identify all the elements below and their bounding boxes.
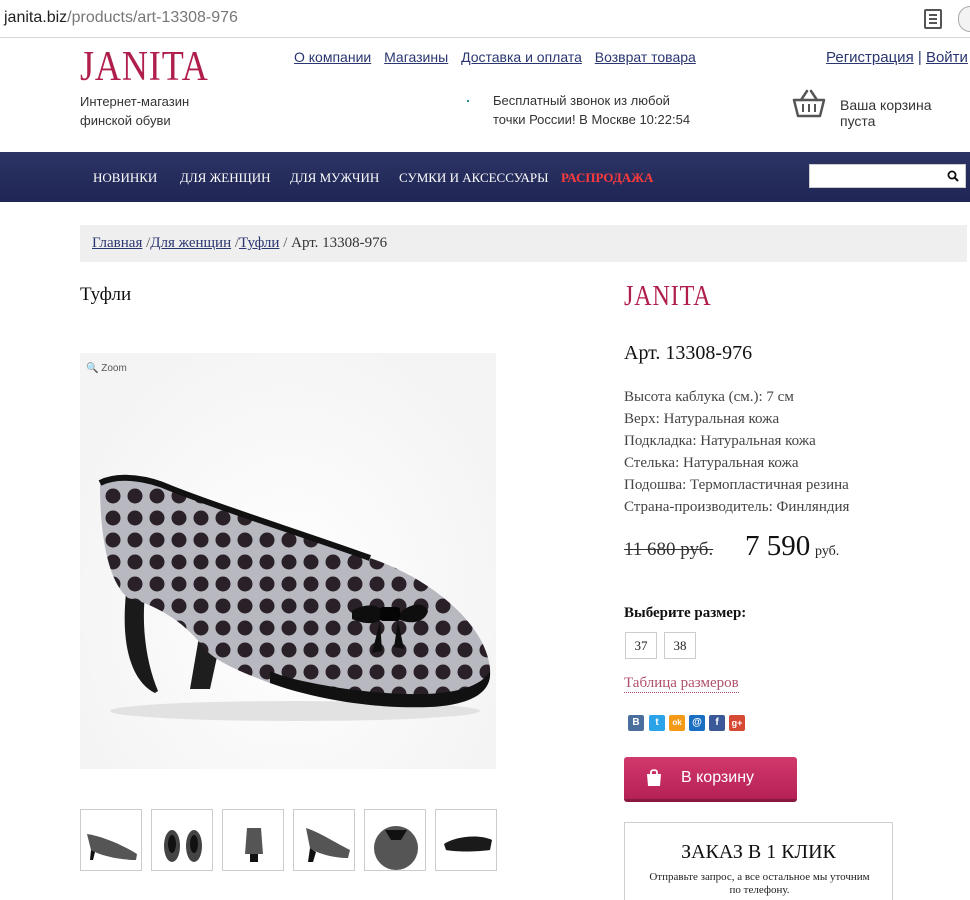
link-delivery[interactable]: Доставка и оплата [461, 49, 582, 65]
size-label: Выберите размер: [624, 605, 747, 621]
breadcrumb-shoes[interactable]: Туфли [239, 235, 279, 251]
main-navigation: НОВИНКИ ДЛЯ ЖЕНЩИН ДЛЯ МУЖЧИН СУМКИ И АК… [0, 152, 970, 202]
twitter-icon[interactable]: t [649, 715, 665, 731]
add-to-cart-label: В корзину [681, 769, 755, 786]
thumbnail-2[interactable] [151, 809, 213, 871]
add-to-cart-button[interactable]: В корзину [624, 757, 797, 802]
nav-bags[interactable]: СУМКИ И АКСЕССУАРЫ [399, 170, 548, 186]
breadcrumb: Главная /Для женщин /Туфли / Арт. 13308-… [80, 225, 967, 262]
size-option-37[interactable]: 37 [625, 632, 657, 659]
auth-links: Регистрация | Войти [826, 49, 968, 66]
product-article: Арт. 13308-976 [624, 342, 753, 364]
thumbnail-1[interactable] [80, 809, 142, 871]
thumbnail-4[interactable] [293, 809, 355, 871]
auth-separator: | [917, 49, 922, 66]
size-option-38[interactable]: 38 [664, 632, 696, 659]
cart-status[interactable]: Ваша корзина пуста [840, 97, 970, 129]
google-plus-icon[interactable]: g+ [729, 715, 745, 731]
breadcrumb-current: Арт. 13308-976 [291, 235, 388, 251]
spec-sole: Подошва: Термопластичная резина [624, 477, 849, 493]
login-link[interactable]: Войти [926, 49, 968, 66]
top-navigation: О компании Магазины Доставка и оплата Во… [294, 49, 705, 65]
magnifier-icon: 🔍 [86, 363, 99, 374]
spec-country: Страна-производитель: Финляндия [624, 499, 850, 515]
current-price: 7 590 [745, 530, 811, 562]
register-link[interactable]: Регистрация [826, 49, 914, 66]
link-stores[interactable]: Магазины [384, 49, 448, 65]
page-title: Туфли [80, 284, 132, 305]
phone-info: Бесплатный звонок из любой точки России!… [493, 93, 691, 127]
one-click-order-box: ЗАКАЗ В 1 КЛИК Отправьте запрос, а все о… [624, 822, 893, 900]
spec-insole: Стелька: Натуральная кожа [624, 455, 799, 471]
browser-address-bar[interactable]: janita.biz/products/art-13308-976 [0, 0, 970, 38]
reader-mode-icon[interactable] [924, 9, 942, 29]
phone-icon [467, 100, 469, 102]
nav-women[interactable]: ДЛЯ ЖЕНЩИН [180, 170, 270, 186]
link-about[interactable]: О компании [294, 49, 371, 65]
one-click-title: ЗАКАЗ В 1 КЛИК [681, 841, 836, 863]
vk-icon[interactable]: В [628, 715, 644, 731]
facebook-icon[interactable]: f [709, 715, 725, 731]
search-box [809, 164, 966, 188]
nav-new[interactable]: НОВИНКИ [93, 170, 157, 186]
price-currency: руб. [815, 544, 840, 559]
thumbnail-3[interactable] [222, 809, 284, 871]
one-click-description: Отправьте запрос, а все остальное мы уто… [649, 871, 870, 896]
spec-lining: Подкладка: Натуральная кожа [624, 433, 816, 449]
odnoklassniki-icon[interactable]: ok [669, 715, 685, 731]
extension-icon[interactable] [958, 6, 970, 32]
nav-men[interactable]: ДЛЯ МУЖЧИН [290, 170, 379, 186]
site-logo[interactable]: JANITA [80, 43, 209, 91]
url-text[interactable]: janita.biz/products/art-13308-976 [4, 9, 238, 27]
old-price: 11 680 руб. [624, 539, 714, 560]
product-specs: Высота каблука (см.): 7 см Верх: Натурал… [624, 386, 849, 518]
product-image[interactable] [80, 353, 496, 769]
mailru-icon[interactable]: @ [689, 715, 705, 731]
thumbnail-5[interactable] [364, 809, 426, 871]
search-icon[interactable] [947, 170, 959, 182]
nav-sale[interactable]: РАСПРОДАЖА [561, 170, 653, 186]
brand-logo[interactable]: JANITA [624, 281, 712, 313]
spec-heel: Высота каблука (см.): 7 см [624, 389, 794, 405]
breadcrumb-women[interactable]: Для женщин [150, 235, 231, 251]
site-tagline: Интернет-магазин финской обуви [80, 94, 190, 128]
breadcrumb-home[interactable]: Главная [92, 235, 142, 251]
zoom-control[interactable]: 🔍 Zoom [86, 363, 127, 374]
spec-upper: Верх: Натуральная кожа [624, 411, 780, 427]
thumbnail-6[interactable] [435, 809, 497, 871]
search-input[interactable] [810, 165, 940, 187]
link-returns[interactable]: Возврат товара [595, 49, 696, 65]
shopping-bag-icon [647, 769, 661, 786]
size-chart-link[interactable]: Таблица размеров [624, 675, 739, 693]
basket-icon[interactable] [792, 89, 826, 119]
